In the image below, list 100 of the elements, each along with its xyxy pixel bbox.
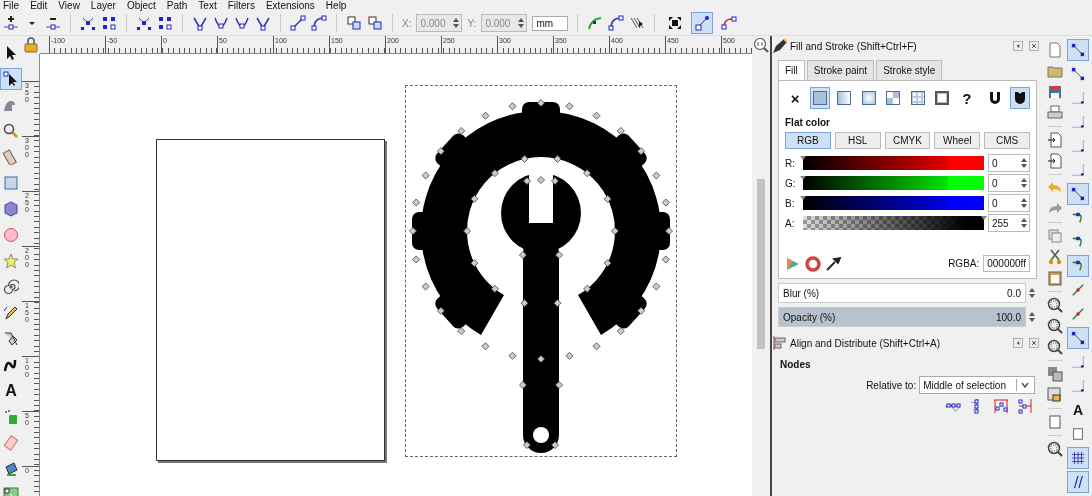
save-icon[interactable] xyxy=(1046,84,1063,100)
snap-toggle[interactable] xyxy=(1067,183,1089,205)
color-mode-tab[interactable]: Wheel xyxy=(934,132,981,149)
snap-snapdots-icon xyxy=(1071,355,1085,369)
snap-toggle[interactable]: A xyxy=(1067,399,1089,421)
distribute-nodes-vertical-icon[interactable] xyxy=(1017,398,1033,414)
export-icon[interactable] xyxy=(1046,153,1063,169)
nonzero-fill-button[interactable] xyxy=(1009,87,1030,109)
node-break-icon[interactable] xyxy=(101,15,117,31)
channel-value-field[interactable]: 255 xyxy=(988,214,1030,232)
smooth-node-icon[interactable] xyxy=(213,15,229,31)
print-icon[interactable] xyxy=(1046,105,1063,121)
curved-segment-icon[interactable] xyxy=(311,15,327,31)
channel-slider[interactable] xyxy=(803,176,984,190)
relative-to-dropdown[interactable]: Middle of selection xyxy=(919,376,1035,394)
menu-item[interactable]: Edit xyxy=(30,1,48,11)
cut-icon[interactable] xyxy=(1046,249,1063,265)
menu-item[interactable]: Extensions xyxy=(265,1,315,11)
opacity-slider[interactable]: Opacity (%) 100.0 xyxy=(778,307,1026,327)
close-icon[interactable] xyxy=(1029,338,1039,348)
node-join-icon[interactable] xyxy=(80,15,96,31)
color-mode-tab[interactable]: RGB xyxy=(785,132,831,149)
object-to-path-icon[interactable] xyxy=(346,15,362,31)
unit-dropdown[interactable]: mm xyxy=(532,15,569,31)
zoom-icon[interactable] xyxy=(753,37,769,53)
distribute-nodes-icon[interactable] xyxy=(993,398,1009,414)
color-mode-tab[interactable]: CMYK xyxy=(884,132,931,149)
spin-arrows-icon[interactable] xyxy=(453,17,460,29)
menu-item[interactable]: Text xyxy=(198,1,217,11)
snap-toggle[interactable] xyxy=(1067,471,1089,493)
dock-panel-icon[interactable] xyxy=(1013,338,1023,348)
tab[interactable]: Fill xyxy=(778,60,805,80)
node-arrow-tool[interactable] xyxy=(0,68,22,90)
menu-item[interactable]: Path xyxy=(166,1,188,11)
symmetric-node-icon[interactable] xyxy=(234,15,250,31)
blur-slider[interactable]: Blur (%) 0.0 xyxy=(778,283,1026,303)
lock-icon[interactable] xyxy=(23,37,39,53)
node-add-icon[interactable] xyxy=(3,15,19,31)
rgba-field[interactable]: 000000ff xyxy=(983,255,1030,272)
menu-item[interactable]: Help xyxy=(325,1,347,11)
menu-item[interactable]: Filters xyxy=(227,1,255,11)
node-pair-icon[interactable] xyxy=(136,15,152,31)
spin-arrows-icon[interactable] xyxy=(1021,157,1027,169)
spin-arrows-icon[interactable] xyxy=(1029,311,1035,323)
color-wheel-icon[interactable] xyxy=(805,255,821,272)
menu-item[interactable]: File xyxy=(3,1,20,11)
node-remove-icon[interactable] xyxy=(45,15,61,31)
hatched-triangle-icon[interactable] xyxy=(629,15,646,31)
group-icon[interactable] xyxy=(1046,366,1063,382)
zoom-drawing-icon[interactable] xyxy=(1046,318,1063,334)
color-palette-icon[interactable] xyxy=(785,255,801,272)
import-icon[interactable] xyxy=(1046,132,1063,148)
snap-toggle[interactable] xyxy=(1067,327,1089,349)
zoom-selection-icon[interactable] xyxy=(1046,297,1063,313)
paste-icon[interactable] xyxy=(1046,270,1063,286)
node-grid-icon[interactable] xyxy=(157,15,173,31)
folder-icon[interactable] xyxy=(1046,63,1063,79)
spin-arrows-icon[interactable] xyxy=(518,17,525,29)
unset-paint-button[interactable]: ? xyxy=(956,87,977,109)
zoom-icon[interactable] xyxy=(1046,441,1063,457)
page-icon[interactable] xyxy=(1046,414,1063,430)
color-mode-tab[interactable]: CMS xyxy=(984,132,1030,149)
eyedropper-icon[interactable] xyxy=(825,255,841,272)
no-paint-button[interactable]: × xyxy=(785,87,806,109)
straight-segment-icon[interactable] xyxy=(290,15,306,31)
auto-smooth-node-icon[interactable] xyxy=(255,15,271,31)
channel-value-field[interactable]: 0 xyxy=(988,194,1030,212)
bezier-curve-icon[interactable] xyxy=(608,15,625,31)
stroke-to-path-icon[interactable] xyxy=(367,15,383,31)
snap-toggle[interactable] xyxy=(1067,255,1089,277)
channel-value-field[interactable]: 0 xyxy=(988,174,1030,192)
lock-icon[interactable] xyxy=(1046,387,1063,403)
zoom-page-icon[interactable] xyxy=(1046,339,1063,355)
tab[interactable]: Stroke paint xyxy=(806,60,875,80)
tab[interactable]: Stroke style xyxy=(876,60,943,80)
flat-color-button[interactable] xyxy=(809,87,830,109)
spin-arrows-icon[interactable] xyxy=(1029,287,1035,299)
close-icon[interactable] xyxy=(1029,41,1039,51)
snap-snapnodes-icon xyxy=(1071,187,1085,201)
menu-item[interactable]: Object xyxy=(126,1,156,11)
menu-item[interactable]: Layer xyxy=(90,1,116,11)
spin-arrows-icon[interactable] xyxy=(1021,217,1027,229)
spin-arrows-icon[interactable] xyxy=(1021,197,1027,209)
channel-value-field[interactable]: 0 xyxy=(988,154,1030,172)
caret-icon[interactable] xyxy=(1016,379,1031,391)
node-arrow-icon xyxy=(3,71,19,87)
handles-toggle[interactable] xyxy=(691,12,714,34)
snap-toggle[interactable] xyxy=(1067,447,1089,469)
channel-slider[interactable] xyxy=(803,156,984,170)
curve-handle-icon[interactable] xyxy=(587,15,604,31)
channel-slider[interactable] xyxy=(803,196,984,210)
dock-panel-icon[interactable] xyxy=(1013,41,1023,51)
channel-label: B: xyxy=(785,197,796,209)
text-tool-tool[interactable]: A xyxy=(0,380,22,402)
channel-slider[interactable] xyxy=(803,216,984,230)
cusp-node-icon[interactable] xyxy=(192,15,208,31)
menu-item[interactable]: View xyxy=(58,1,80,11)
snap-toggle[interactable] xyxy=(1067,39,1089,61)
color-mode-tab[interactable]: HSL xyxy=(834,132,881,149)
spin-arrows-icon[interactable] xyxy=(1021,177,1027,189)
